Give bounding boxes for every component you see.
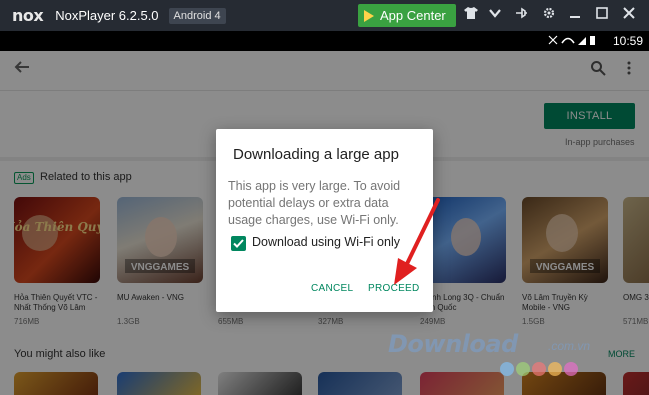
minimize-icon[interactable] (566, 6, 584, 24)
app-center-label: App Center (380, 8, 446, 23)
chevron-down-icon[interactable] (486, 6, 504, 24)
pin-icon[interactable] (512, 6, 530, 24)
maximize-icon[interactable] (593, 6, 611, 24)
wifi-only-checkbox[interactable] (231, 236, 246, 251)
watermark-logo: Download (388, 330, 518, 358)
status-icons (547, 34, 597, 49)
gear-icon[interactable] (540, 6, 558, 24)
watermark-dots (500, 362, 580, 376)
large-app-dialog: Downloading a large app This app is very… (216, 129, 433, 312)
app-center-button[interactable]: App Center (358, 4, 456, 27)
android-version-badge: Android 4 (168, 7, 226, 24)
proceed-button[interactable]: PROCEED (368, 283, 420, 294)
dialog-title: Downloading a large app (233, 146, 399, 163)
window-title: NoxPlayer 6.2.5.0 (55, 8, 159, 23)
status-clock: 10:59 (612, 34, 643, 48)
watermark-domain: .com.vn (548, 339, 591, 353)
play-store-icon (364, 9, 374, 22)
dialog-message: This app is very large. To avoid potenti… (228, 179, 401, 227)
nox-logo: nox (12, 6, 44, 25)
shirt-icon[interactable] (462, 6, 480, 24)
close-icon[interactable] (620, 6, 638, 24)
android-status-bar: 10:59 (0, 31, 649, 51)
cancel-button[interactable]: CANCEL (311, 283, 353, 294)
nox-window: nox NoxPlayer 6.2.5.0 Android 4 App Cent… (0, 0, 649, 395)
wifi-only-label[interactable]: Download using Wi-Fi only (252, 235, 400, 249)
